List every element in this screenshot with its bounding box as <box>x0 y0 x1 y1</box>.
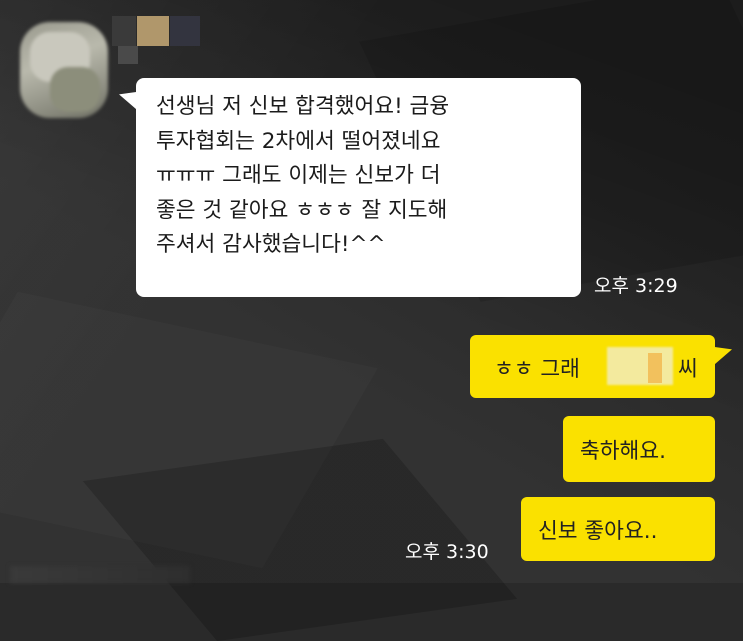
redacted-name-blur <box>648 353 662 383</box>
next-avatar-partial <box>10 566 190 583</box>
sender-name-redacted <box>170 16 200 46</box>
message-text: 신보 좋아요.. <box>538 519 658 544</box>
incoming-timestamp: 오후 3:29 <box>594 275 678 297</box>
avatar-blur-shape <box>50 67 100 112</box>
incoming-message-bubble[interactable]: 선생님 저 신보 합격했어요! 금융 투자협회는 2차에서 떨어졌네요 ㅠㅠㅠ … <box>136 78 581 297</box>
sender-name-redacted <box>137 16 169 46</box>
message-text: 씨 <box>678 357 698 382</box>
message-line: 주셔서 감사했습니다!^^ <box>156 232 386 257</box>
sender-avatar[interactable] <box>20 22 108 118</box>
sender-name-redacted <box>118 46 138 64</box>
outgoing-message-bubble[interactable]: ㅎㅎ 그래 씨 <box>470 335 715 398</box>
message-line: 선생님 저 신보 합격했어요! 금융 <box>156 94 450 119</box>
outgoing-message-bubble[interactable]: 축하해요. <box>563 416 715 482</box>
message-line: 투자협회는 2차에서 떨어졌네요 <box>156 128 441 154</box>
sender-name-redacted <box>112 16 136 46</box>
message-text: ㅎㅎ 그래 <box>494 357 580 382</box>
message-text: 축하해요. <box>580 439 666 464</box>
message-line: 좋은 것 같아요 ㅎㅎㅎ 잘 지도해 <box>156 197 448 223</box>
message-line: ㅠㅠㅠ 그래도 이제는 신보가 더 <box>156 163 441 188</box>
redacted-name-blur <box>607 347 673 385</box>
outgoing-message-bubble[interactable]: 신보 좋아요.. <box>521 497 715 561</box>
outgoing-timestamp: 오후 3:30 <box>405 541 489 563</box>
